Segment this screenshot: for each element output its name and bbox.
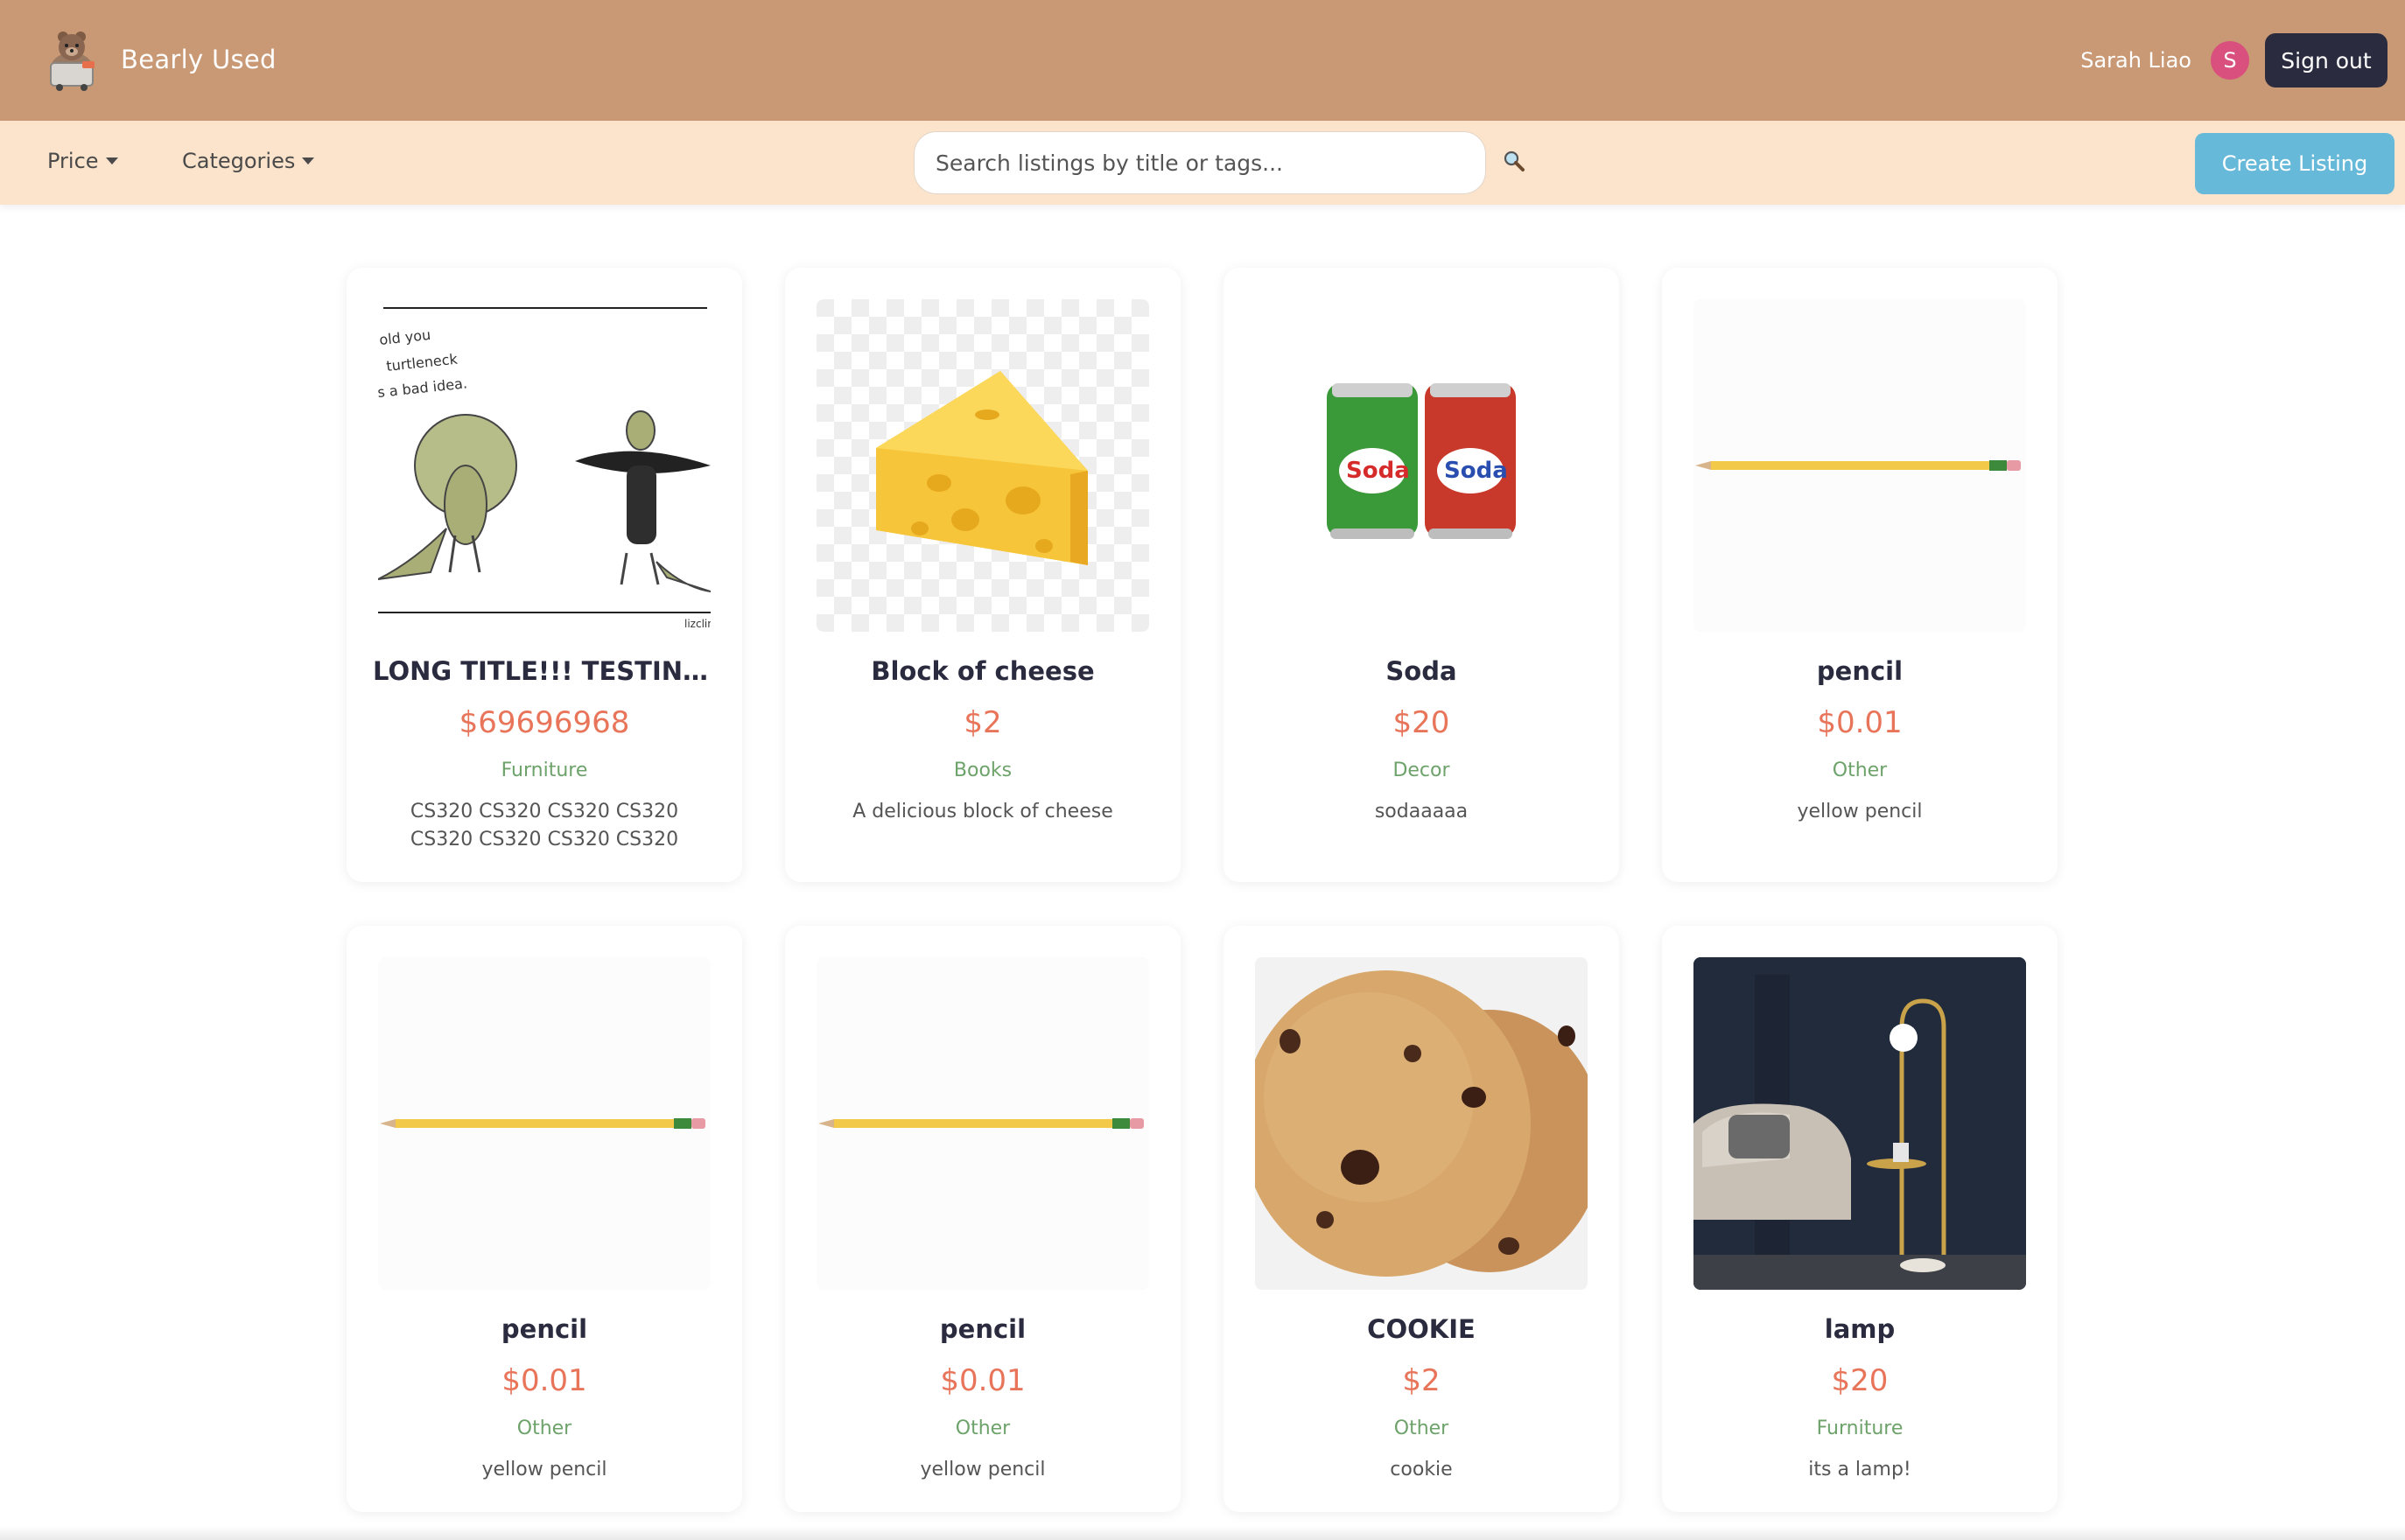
categories-dropdown[interactable]: Categories: [182, 149, 315, 173]
listing-image-cookie: [1255, 957, 1588, 1290]
soda-image: Soda Soda: [1255, 299, 1588, 632]
listing-image-pencil: [1693, 299, 2026, 632]
price-dropdown-label: Price: [47, 149, 99, 173]
svg-text:Soda: Soda: [1346, 458, 1410, 484]
avatar[interactable]: S: [2211, 41, 2249, 80]
listing-description: CS320 CS320 CS320 CS320 CS320 CS320 CS32…: [410, 801, 679, 850]
bear-logo-icon: [50, 32, 95, 91]
listing-description: A delicious block of cheese: [852, 801, 1113, 822]
listing-card[interactable]: Block of cheese $2 Books A delicious blo…: [785, 268, 1181, 882]
listing-description: yellow pencil: [481, 1459, 607, 1480]
listing-title[interactable]: Soda: [1250, 656, 1593, 686]
listing-image-pencil: [817, 957, 1149, 1290]
listing-price: $20: [1831, 1363, 1889, 1398]
listing-card[interactable]: Soda Soda Soda $20 Decor sodaaaaa: [1224, 268, 1619, 882]
listing-category: Other: [516, 1418, 572, 1439]
listing-title[interactable]: LONG TITLE!!! TESTING FO...: [373, 656, 716, 686]
listing-card[interactable]: pencil $0.01 Other yellow pencil: [347, 926, 742, 1512]
svg-text:Soda: Soda: [1444, 458, 1508, 484]
listing-title[interactable]: Block of cheese: [811, 656, 1154, 686]
listing-title[interactable]: pencil: [373, 1314, 716, 1344]
brand-name: Bearly Used: [121, 45, 277, 74]
listing-category: Furniture: [501, 760, 588, 781]
listing-title[interactable]: COOKIE: [1250, 1314, 1593, 1344]
listing-title[interactable]: pencil: [1688, 656, 2031, 686]
listing-image-lamp: [1693, 957, 2026, 1290]
create-listing-button[interactable]: Create Listing: [2195, 133, 2394, 194]
listing-card[interactable]: pencil $0.01 Other yellow pencil: [785, 926, 1181, 1512]
page-bottom-edge: [0, 1526, 2405, 1540]
cheese-image: [817, 299, 1149, 632]
top-navbar: Bearly Used Sarah Liao S Sign out: [0, 0, 2405, 121]
listing-description: yellow pencil: [1797, 801, 1923, 822]
caret-down-icon: [105, 158, 118, 164]
listing-card[interactable]: lamp $20 Furniture its a lamp!: [1662, 926, 2058, 1512]
search-input[interactable]: [914, 131, 1486, 194]
user-area: Sarah Liao S Sign out: [2080, 33, 2387, 88]
listing-title[interactable]: pencil: [811, 1314, 1154, 1344]
categories-dropdown-label: Categories: [182, 149, 296, 173]
search-wrapper: [914, 131, 1486, 194]
cookie-image: [1255, 957, 1588, 1290]
brand-link[interactable]: Bearly Used: [44, 24, 277, 94]
caret-down-icon: [302, 158, 315, 164]
pencil-image: [1693, 299, 2026, 632]
listing-description: its a lamp!: [1808, 1459, 1911, 1480]
listing-category: Other: [955, 1418, 1011, 1439]
listing-price: $2: [964, 705, 1002, 740]
listing-price: $0.01: [940, 1363, 1026, 1398]
listing-image-soda: Soda Soda: [1255, 299, 1588, 632]
user-name: Sarah Liao: [2080, 48, 2191, 73]
listing-category: Other: [1393, 1418, 1449, 1439]
listing-image-pencil: [378, 957, 711, 1290]
listing-category: Furniture: [1816, 1418, 1904, 1439]
listing-image-cheese: [817, 299, 1149, 632]
listing-card[interactable]: COOKIE $2 Other cookie: [1224, 926, 1619, 1512]
listing-price: $0.01: [1817, 705, 1903, 740]
listing-card[interactable]: old you turtleneck s a bad idea. lizclim…: [347, 268, 742, 882]
comic-image: old you turtleneck s a bad idea. lizclim: [378, 299, 711, 632]
listing-price: $20: [1392, 705, 1450, 740]
pencil-image: [378, 957, 711, 1290]
listing-description: cookie: [1390, 1459, 1453, 1480]
listing-category: Other: [1832, 760, 1888, 781]
listing-image-comic: old you turtleneck s a bad idea. lizclim: [378, 299, 711, 632]
sign-out-button[interactable]: Sign out: [2265, 33, 2387, 88]
lamp-image: [1693, 957, 2026, 1290]
listing-description: yellow pencil: [920, 1459, 1046, 1480]
svg-text:lizclim: lizclim: [684, 618, 711, 630]
listing-title[interactable]: lamp: [1688, 1314, 2031, 1344]
pencil-image: [817, 957, 1149, 1290]
magnifier-search-icon[interactable]: [1502, 149, 1526, 173]
listing-price: $0.01: [501, 1363, 587, 1398]
listing-price: $2: [1402, 1363, 1441, 1398]
filter-bar: Price Categories: [0, 121, 2405, 205]
listing-category: Decor: [1392, 760, 1450, 781]
listing-category: Books: [953, 760, 1013, 781]
listing-description: sodaaaaa: [1374, 801, 1469, 822]
listing-card[interactable]: pencil $0.01 Other yellow pencil: [1662, 268, 2058, 882]
listing-price: $69696968: [459, 705, 630, 740]
price-dropdown[interactable]: Price: [47, 149, 118, 173]
